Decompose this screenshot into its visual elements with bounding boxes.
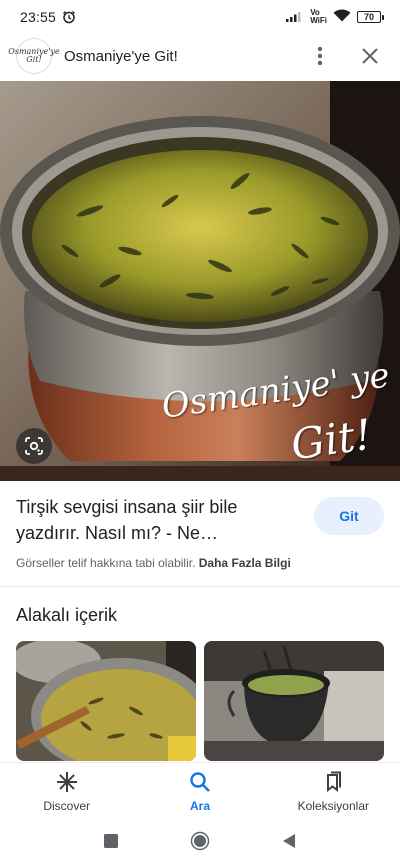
result-info: Tirşik sevgisi insana şiir bile yazdırır… xyxy=(16,494,384,546)
vowifi-bottom: WiFi xyxy=(310,16,327,25)
related-content-title: Alakalı içerik xyxy=(16,605,118,625)
nav-collections[interactable]: Koleksiyonlar xyxy=(267,763,400,820)
related-image-pot xyxy=(16,641,196,761)
copyright-text: Görseller telif hakkına tabi olabilir. xyxy=(16,556,196,570)
home-icon[interactable] xyxy=(190,831,210,856)
site-logo-text: Osmaniye'ye Git! xyxy=(8,47,60,64)
site-title[interactable]: Osmaniye'ye Git! xyxy=(64,48,178,65)
result-header: Osmaniye'ye Git! Osmaniye'ye Git! xyxy=(0,34,400,78)
recent-apps-icon[interactable] xyxy=(104,833,118,853)
vowifi-indicator: Vo WiFi xyxy=(310,9,327,25)
more-info-link[interactable]: Daha Fazla Bilgi xyxy=(199,556,291,570)
battery-icon: 70 xyxy=(357,11,384,23)
divider xyxy=(0,586,400,587)
nav-search-label: Ara xyxy=(189,798,210,813)
hero-image[interactable]: Osmaniye' ye Git! xyxy=(0,81,400,481)
bottom-navigation: Discover Ara Koleksiyonlar xyxy=(0,762,400,820)
result-title[interactable]: Tirşik sevgisi insana şiir bile yazdırır… xyxy=(16,494,286,546)
related-thumbnail-2[interactable] xyxy=(204,641,384,761)
google-lens-icon[interactable] xyxy=(16,428,52,464)
battery-level: 70 xyxy=(357,11,381,23)
alarm-icon xyxy=(62,10,76,24)
nav-collections-label: Koleksiyonlar xyxy=(297,798,369,813)
close-icon[interactable] xyxy=(356,42,384,70)
status-indicators: Vo WiFi 70 xyxy=(286,9,384,25)
nav-search[interactable]: Ara xyxy=(133,763,266,820)
more-vert-icon[interactable] xyxy=(306,42,334,70)
related-thumbnail-1[interactable] xyxy=(16,641,196,761)
system-navigation-bar xyxy=(0,820,400,866)
copyright-notice: Görseller telif hakkına tabi olabilir. D… xyxy=(16,556,291,570)
site-logo[interactable]: Osmaniye'ye Git! xyxy=(8,38,60,74)
visit-button[interactable]: Git xyxy=(314,497,384,535)
status-time: 23:55 xyxy=(20,9,57,25)
wifi-icon xyxy=(333,9,351,25)
nav-discover[interactable]: Discover xyxy=(0,763,133,820)
status-bar: 23:55 Vo WiFi 70 xyxy=(0,0,400,34)
nav-discover-label: Discover xyxy=(43,798,90,813)
back-icon[interactable] xyxy=(282,833,296,854)
related-image-campfire-pot xyxy=(204,641,384,761)
asterisk-icon xyxy=(56,771,78,796)
bookmarks-icon xyxy=(322,771,344,796)
signal-icon xyxy=(286,9,304,25)
search-icon xyxy=(189,771,211,796)
